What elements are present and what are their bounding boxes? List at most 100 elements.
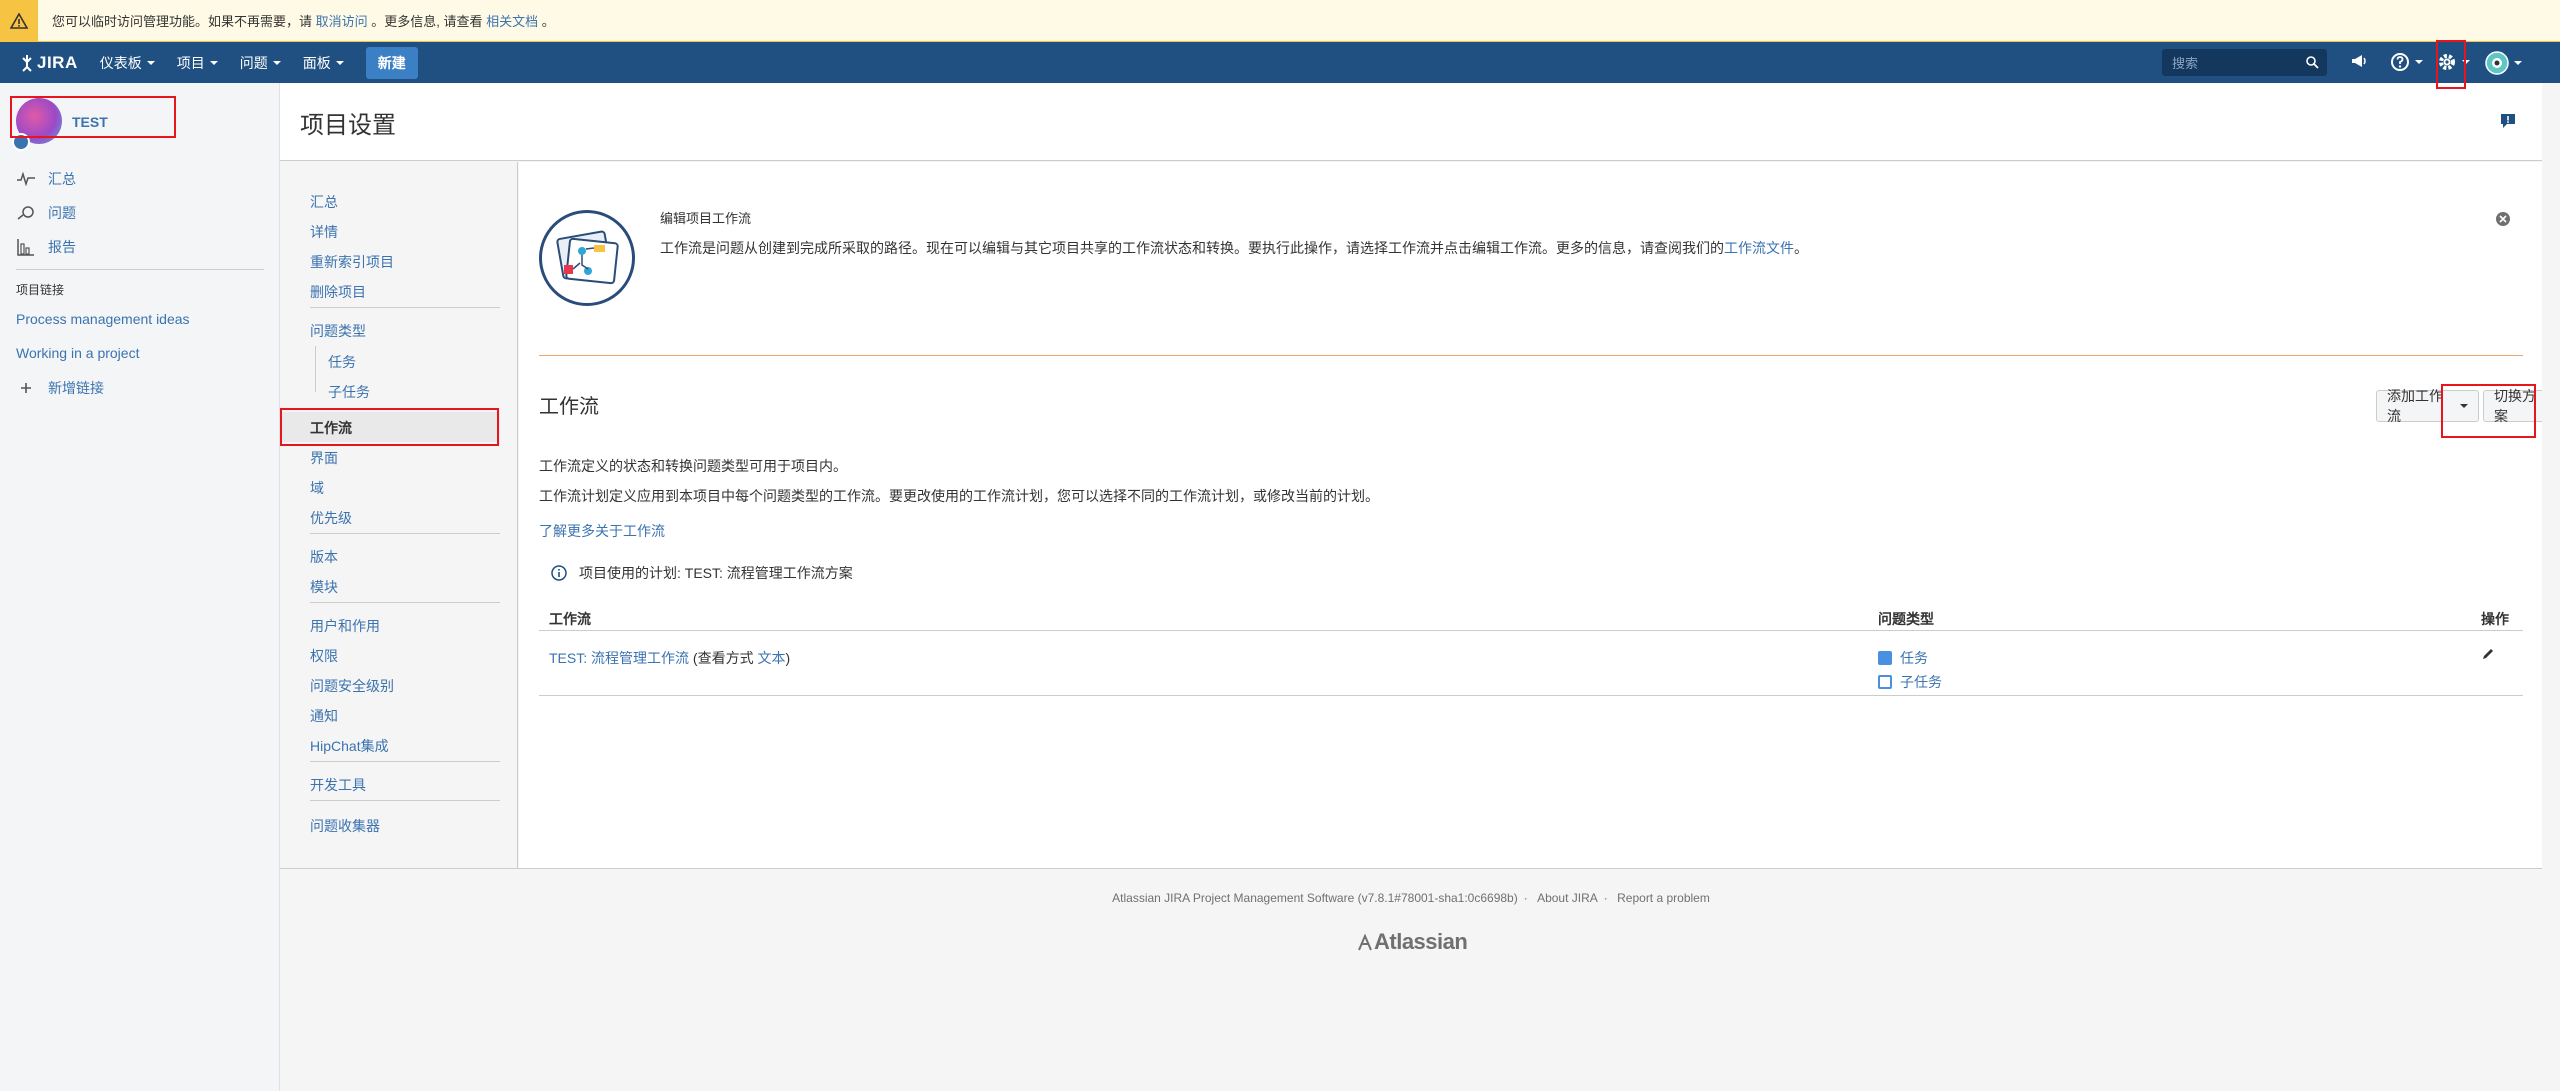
nav-components[interactable]: 模块	[310, 577, 338, 597]
plus-icon	[16, 382, 36, 394]
nav-issue-type-subtask[interactable]: 子任务	[328, 382, 370, 402]
nav-divider	[310, 307, 500, 308]
nav-screens[interactable]: 界面	[310, 448, 338, 468]
issues-icon	[16, 205, 36, 221]
nav-users-roles[interactable]: 用户和作用	[310, 616, 380, 636]
activity-icon	[16, 172, 36, 186]
banner-text: 您可以临时访问管理功能。如果不再需要，请 取消访问 。更多信息, 请查看 相关文…	[52, 14, 555, 29]
intro-title: 编辑项目工作流	[660, 211, 752, 226]
nav-divider	[310, 602, 500, 603]
add-link-button[interactable]: 新增链接	[16, 378, 104, 398]
scrollbar[interactable]	[2542, 83, 2560, 1091]
sidebar-item-summary[interactable]: 汇总	[16, 169, 76, 189]
project-name[interactable]: TEST	[72, 114, 108, 130]
nav-issues[interactable]: 问题	[240, 53, 281, 73]
nav-notifications[interactable]: 通知	[310, 706, 338, 726]
top-navigation: JIRA 仪表板 项目 问题 面板 新建 搜索	[0, 42, 2560, 83]
workflow-docs-link[interactable]: 工作流文件	[1724, 240, 1794, 256]
create-button[interactable]: 新建	[365, 46, 418, 79]
workflow-name-link[interactable]: TEST: 流程管理工作流	[549, 650, 689, 666]
admin-access-banner: 您可以临时访问管理功能。如果不再需要，请 取消访问 。更多信息, 请查看 相关文…	[0, 0, 2560, 42]
docs-link[interactable]: 相关文档	[486, 14, 538, 29]
nav-versions[interactable]: 版本	[310, 547, 338, 567]
col-header-issue-types: 问题类型	[1878, 611, 1934, 627]
nav-reindex[interactable]: 重新索引项目	[310, 252, 394, 272]
workflow-illustration	[539, 210, 635, 306]
nav-dev-tools[interactable]: 开发工具	[310, 775, 366, 795]
nav-boards[interactable]: 面板	[303, 53, 344, 73]
reports-icon	[16, 238, 36, 256]
close-icon[interactable]	[2495, 211, 2511, 230]
learn-more-link[interactable]: 了解更多关于工作流	[539, 521, 665, 541]
revoke-access-link[interactable]: 取消访问	[316, 14, 368, 29]
nav-projects[interactable]: 项目	[177, 53, 218, 73]
project-settings-nav: 汇总 详情 重新索引项目 删除项目 问题类型 任务 子任务 工作流 界面 域 优…	[280, 162, 518, 868]
table-divider	[539, 695, 2523, 696]
search-input[interactable]: 搜索	[2162, 49, 2327, 76]
footer: Atlassian JIRA Project Management Softwa…	[280, 868, 2542, 1091]
search-icon	[2306, 56, 2319, 69]
scheme-info: 项目使用的计划: TEST: 流程管理工作流方案	[551, 563, 853, 583]
jira-logo-icon	[22, 54, 32, 72]
page-title: 项目设置	[300, 112, 396, 139]
add-workflow-button[interactable]: 添加工作流	[2376, 388, 2479, 424]
chevron-down-icon	[2462, 60, 2470, 64]
subtask-icon	[1878, 675, 1892, 689]
col-header-workflow: 工作流	[549, 611, 591, 627]
project-links-heading: 项目链接	[16, 283, 65, 297]
nav-priorities[interactable]: 优先级	[310, 508, 352, 528]
view-as-text-link[interactable]: 文本	[757, 650, 785, 666]
nav-hipchat[interactable]: HipChat集成	[310, 736, 389, 756]
admin-gear-icon[interactable]	[2437, 52, 2470, 72]
nav-workflows[interactable]: 工作流	[310, 418, 352, 438]
nav-fields[interactable]: 域	[310, 478, 324, 498]
atlassian-logo[interactable]: Atlassian	[1356, 929, 1468, 955]
nav-issue-types[interactable]: 问题类型	[310, 321, 366, 341]
footer-links: Atlassian JIRA Project Management Softwa…	[1112, 891, 1710, 905]
nav-permissions[interactable]: 权限	[310, 646, 338, 666]
footer-version: Atlassian JIRA Project Management Softwa…	[1112, 891, 1518, 905]
task-icon	[1878, 651, 1892, 665]
user-avatar[interactable]	[2485, 51, 2522, 75]
jira-logo[interactable]: JIRA	[20, 53, 78, 73]
section-title: 工作流	[539, 396, 599, 418]
announcement-icon[interactable]	[2350, 52, 2368, 70]
nav-divider	[310, 761, 500, 762]
chevron-down-icon	[209, 60, 218, 65]
project-link-process-ideas[interactable]: Process management ideas	[16, 311, 190, 327]
chevron-down-icon	[335, 60, 344, 65]
issue-type-subtask[interactable]: 子任务	[1878, 672, 1942, 692]
nav-divider	[310, 800, 500, 801]
chevron-down-icon	[2460, 404, 2468, 408]
intro-divider	[539, 355, 2523, 356]
atlassian-logo-icon	[1358, 933, 1372, 951]
sidebar-divider	[16, 269, 264, 270]
project-link-working[interactable]: Working in a project	[16, 345, 139, 361]
col-header-actions: 操作	[2481, 611, 2509, 627]
nav-dashboards[interactable]: 仪表板	[100, 53, 155, 73]
nav-summary[interactable]: 汇总	[310, 192, 338, 212]
report-problem-link[interactable]: Report a problem	[1617, 891, 1710, 905]
sidebar-item-issues[interactable]: 问题	[16, 203, 76, 223]
issue-type-task[interactable]: 任务	[1878, 648, 1928, 668]
edit-workflow-icon[interactable]	[2481, 647, 2495, 664]
project-sidebar: TEST 汇总 问题 报告 项目链接 Process management id…	[0, 83, 280, 1091]
sidebar-item-reports[interactable]: 报告	[16, 237, 76, 257]
nav-issue-type-task[interactable]: 任务	[328, 352, 356, 372]
chevron-down-icon	[2415, 60, 2423, 64]
nav-delete-project[interactable]: 删除项目	[310, 282, 366, 302]
feedback-icon[interactable]	[2500, 113, 2516, 132]
about-jira-link[interactable]: About JIRA	[1537, 891, 1598, 905]
nav-issue-security[interactable]: 问题安全级别	[310, 676, 394, 696]
nav-subtree-line	[315, 346, 316, 392]
chevron-down-icon	[2514, 61, 2522, 65]
workflow-description: 工作流定义的状态和转换问题类型可用于项目内。	[539, 458, 847, 474]
nav-details[interactable]: 详情	[310, 222, 338, 242]
table-divider	[539, 630, 2523, 631]
info-icon	[551, 565, 567, 581]
nav-issue-collectors[interactable]: 问题收集器	[310, 816, 380, 836]
workflows-content: 编辑项目工作流 工作流是问题从创建到完成所采取的路径。现在可以编辑与其它项目共享…	[519, 162, 2559, 868]
workflow-scheme-description: 工作流计划定义应用到本项目中每个问题类型的工作流。要更改使用的工作流计划，您可以…	[539, 488, 1379, 504]
table-row: TEST: 流程管理工作流 (查看方式 文本)	[549, 650, 791, 666]
help-icon[interactable]	[2390, 52, 2423, 72]
